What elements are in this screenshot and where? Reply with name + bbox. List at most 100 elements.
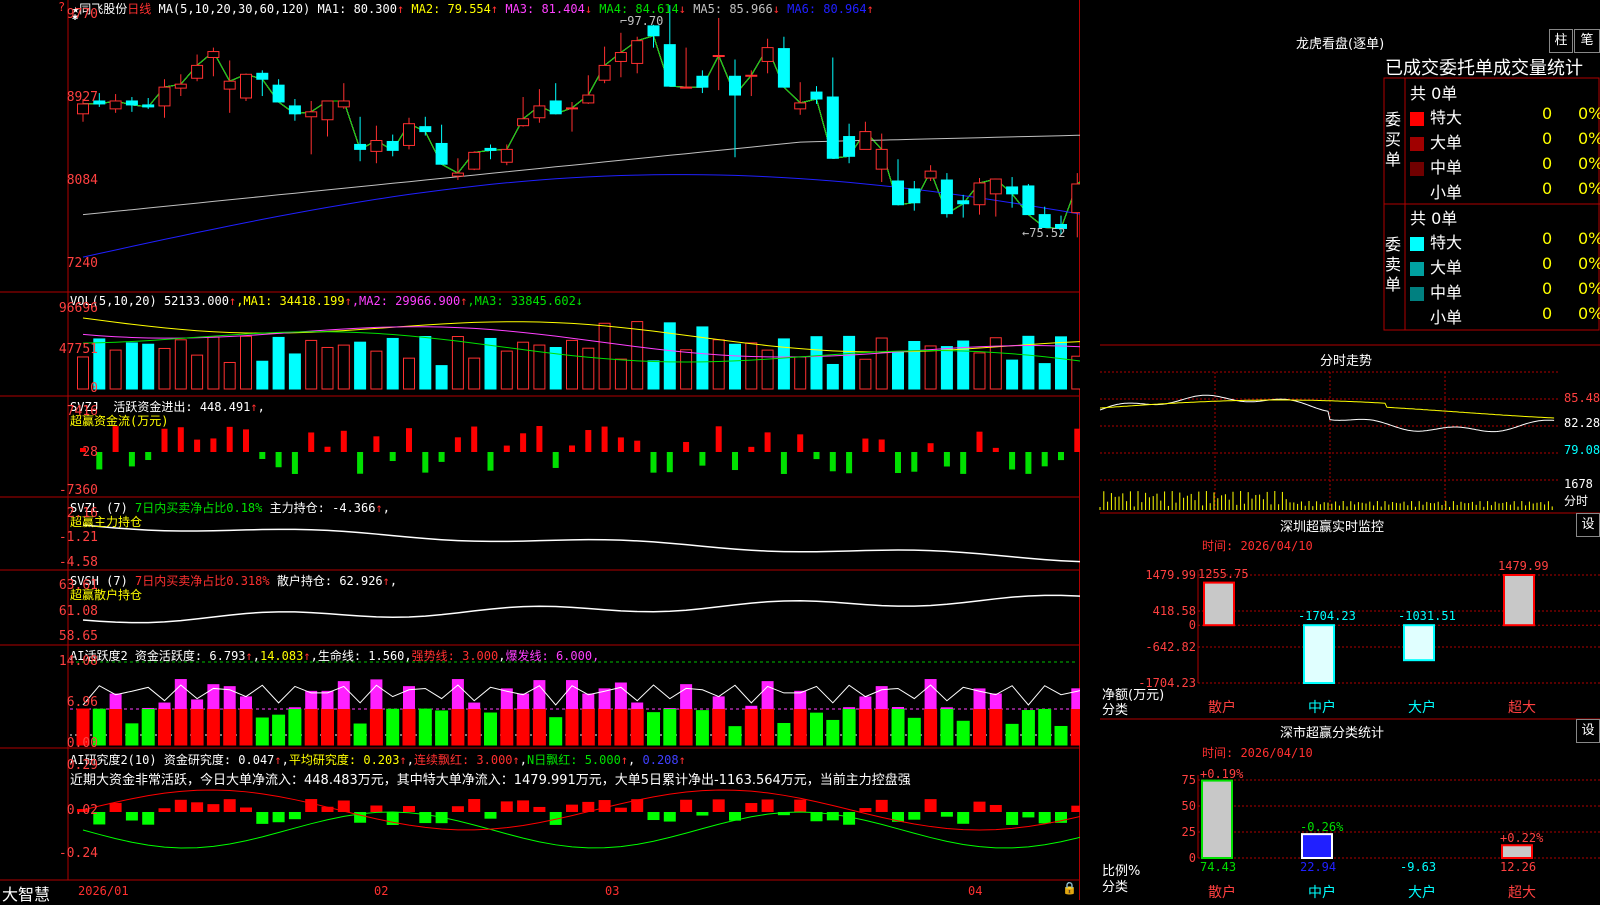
volume-bar — [843, 335, 856, 390]
sz-category-label: 中户 — [1308, 700, 1336, 716]
candle-body — [549, 100, 562, 115]
activity-bar — [598, 708, 612, 746]
flow-bar — [992, 447, 999, 452]
period-label[interactable]: 日线 — [127, 2, 151, 16]
sc-bar-value: -9.63 — [1400, 860, 1437, 874]
research-bar — [647, 812, 660, 821]
volume-bar — [174, 339, 187, 390]
ai1-y-label: 0.00 — [66, 736, 98, 751]
research-bar — [500, 801, 513, 812]
question-icon[interactable]: ? — [58, 0, 65, 14]
volume-bar — [729, 343, 741, 390]
tick-view-button[interactable]: 笔 — [1574, 29, 1600, 53]
sc-bar-value: 22.94 — [1300, 860, 1337, 874]
sz-settings-button[interactable]: 设 — [1576, 513, 1600, 537]
volume-bar — [875, 337, 888, 390]
vol-ma-arrow: ↑ — [344, 294, 352, 308]
buy-total: 共 0单 — [1410, 84, 1458, 103]
volume-bar — [370, 350, 383, 390]
candle-body — [631, 40, 644, 64]
research-bar — [712, 799, 725, 812]
volume-bar — [680, 349, 693, 390]
research-bar — [1022, 812, 1035, 818]
flow-bar — [797, 434, 804, 452]
sc-settings-button[interactable]: 设 — [1576, 719, 1600, 743]
sell-row-qty: 0 — [1542, 254, 1553, 273]
flow-bar — [943, 452, 950, 467]
flow-bar — [846, 452, 853, 474]
flow-bar — [145, 452, 152, 461]
research-bar — [957, 812, 970, 824]
research-bar — [924, 799, 937, 812]
sz-date: 时间: 2026/04/10 — [1202, 539, 1313, 553]
sc-title: 深市超赢分类统计 — [1280, 726, 1385, 741]
flow-bar — [520, 433, 527, 452]
activity-bar — [386, 708, 400, 746]
activity-bar — [500, 708, 514, 746]
research-bar — [158, 808, 171, 812]
vol-ma-arrow: ↓ — [575, 294, 584, 308]
candle-body — [859, 131, 872, 150]
activity-bar — [321, 708, 334, 746]
color-swatch-icon — [1410, 236, 1424, 251]
candle-body — [1071, 183, 1080, 214]
candle-body — [777, 48, 790, 88]
volume-bar — [109, 349, 122, 390]
svsh-y-label: 63.61 — [58, 578, 98, 593]
activity-bar-top — [745, 705, 758, 709]
sc-y-label: 0 — [1188, 851, 1196, 865]
activity-bar — [190, 708, 204, 746]
color-swatch-icon — [1410, 186, 1424, 201]
activity-bar-top — [794, 690, 807, 709]
activity-bar — [353, 723, 367, 746]
sell-row-label: 大单 — [1430, 258, 1463, 277]
flow-bar — [666, 452, 673, 473]
activity-bar-top — [761, 681, 774, 709]
activity-bar — [647, 712, 660, 746]
candle-body — [256, 72, 269, 80]
activity-bar — [891, 708, 905, 746]
activity-bar-top — [109, 693, 122, 709]
flow-bar — [585, 430, 592, 452]
volume-bar — [468, 357, 481, 390]
bar-view-button[interactable]: 柱 — [1549, 29, 1573, 53]
activity-bar-top — [566, 680, 578, 709]
ma-value: MA6: 80.964 — [779, 2, 867, 16]
research-bar — [223, 799, 236, 812]
flow-bar — [601, 426, 608, 452]
candle-body — [566, 107, 578, 110]
candle-body — [663, 44, 676, 87]
volume-bar — [582, 347, 595, 390]
ma-value: MA5: 85.966 — [685, 2, 773, 16]
research-bar — [468, 799, 481, 812]
activity-bar — [679, 708, 693, 746]
activity-bar — [630, 708, 644, 746]
candle-body — [696, 75, 709, 88]
main-header: ★同飞股份日线 MA(5,10,20,30,60,120) MA1: 80.30… — [72, 0, 874, 17]
volume-bar — [142, 343, 155, 390]
candle-body — [598, 64, 611, 81]
sell-row-qty: 0 — [1542, 304, 1553, 323]
flow-bar — [813, 452, 820, 460]
lock-icon[interactable]: 🔒 — [1062, 881, 1077, 895]
buy-row-pct: 0% — [1578, 179, 1600, 198]
activity-bar-top — [468, 702, 481, 709]
buy-row-pct: 0% — [1578, 154, 1600, 173]
candle-body — [924, 170, 937, 179]
candle-body — [908, 188, 921, 204]
research-bar — [403, 806, 415, 812]
svzl-y-label: 2.16 — [66, 506, 98, 521]
activity-bar — [141, 708, 155, 746]
candle-body — [614, 52, 627, 62]
ma-arrow: ↓ — [772, 2, 780, 16]
research-bar — [908, 812, 921, 820]
sz-bar-value: 1479.99 — [1498, 559, 1549, 573]
volume-bar — [288, 353, 301, 390]
sz-y-label: 1479.99 — [1145, 568, 1196, 582]
activity-bar-top — [288, 707, 301, 709]
flow-bar — [373, 436, 380, 452]
activity-bar — [842, 708, 856, 746]
sc-bar-value: 74.43 — [1200, 860, 1237, 874]
research-bar — [272, 812, 285, 823]
research-bar — [859, 808, 872, 812]
